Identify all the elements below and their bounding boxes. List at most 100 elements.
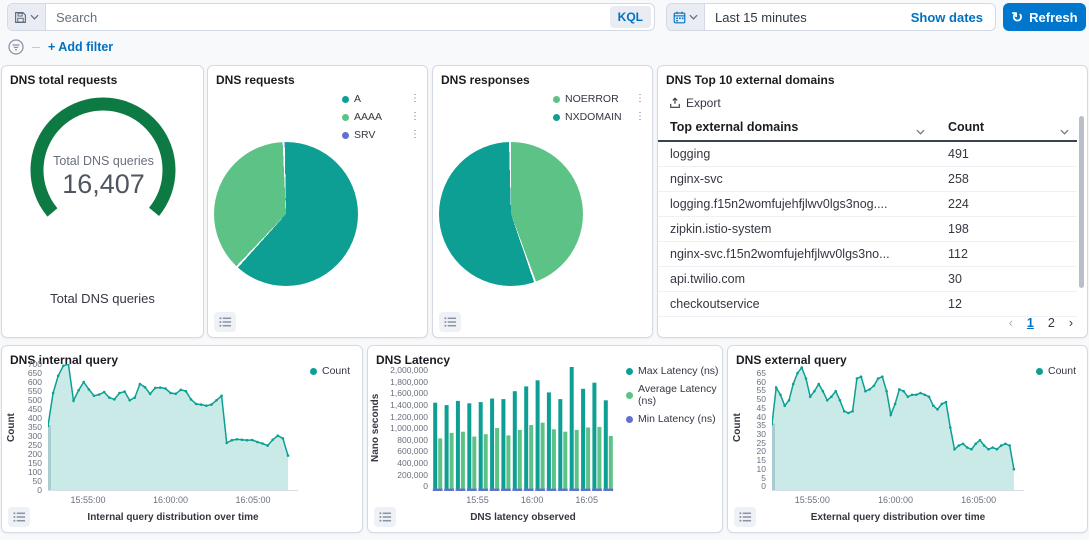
export-icon bbox=[669, 97, 681, 109]
sort-chevron-icon[interactable] bbox=[916, 124, 925, 138]
legend-item[interactable]: AAAA⋮ bbox=[342, 111, 420, 123]
y-tick: 1,200,000 bbox=[390, 413, 428, 422]
y-tick: 800,000 bbox=[397, 436, 428, 445]
panel-dns-total-requests: DNS total requests Total DNS queries 16,… bbox=[1, 65, 204, 338]
legend-label: NXDOMAIN bbox=[565, 111, 622, 123]
gauge-bottom-label: Total DNS queries bbox=[2, 291, 203, 306]
x-axis-title: DNS latency observed bbox=[418, 512, 628, 523]
table-scrollbar[interactable] bbox=[1079, 116, 1084, 288]
legend-options-icon[interactable]: ⋮ bbox=[635, 94, 645, 104]
legend-toggle-icon[interactable] bbox=[8, 507, 30, 527]
pagination-prev-icon[interactable]: ‹ bbox=[1009, 316, 1013, 330]
pagination: ‹ 12 › bbox=[1009, 316, 1073, 330]
legend-dot bbox=[553, 114, 560, 121]
y-tick: 1,000,000 bbox=[390, 424, 428, 433]
pagination-next-icon[interactable]: › bbox=[1069, 316, 1073, 330]
legend-item[interactable]: Max Latency (ns) bbox=[626, 365, 722, 377]
pie-chart[interactable] bbox=[214, 142, 358, 286]
panel-dns-internal-query: DNS internal query Count 700650600550500… bbox=[1, 345, 363, 533]
legend-options-icon[interactable]: ⋮ bbox=[410, 94, 420, 104]
legend-dot bbox=[626, 392, 633, 399]
legend-toggle-icon[interactable] bbox=[439, 312, 461, 332]
chart-legend: Max Latency (ns) Average Latency (ns) Min … bbox=[626, 365, 722, 425]
chart-legend: Count bbox=[310, 365, 350, 377]
legend-label: Average Latency (ns) bbox=[638, 383, 722, 407]
table-row[interactable]: logging 491 bbox=[658, 142, 1077, 167]
add-filter-link[interactable]: + Add filter bbox=[48, 40, 113, 54]
y-tick: 0 bbox=[761, 482, 766, 491]
sort-chevron-icon[interactable] bbox=[1060, 124, 1069, 138]
x-axis-ticks: 15:55:0016:00:0016:05:00 bbox=[48, 495, 298, 507]
legend-options-icon[interactable]: ⋮ bbox=[410, 112, 420, 122]
panel-title: DNS requests bbox=[216, 73, 295, 87]
table-row[interactable]: nginx-svc.f15n2womfujehfjlwv0lgs3no...11… bbox=[658, 242, 1077, 267]
x-tick: 15:55 bbox=[466, 495, 489, 505]
gauge-center: Total DNS queries 16,407 bbox=[2, 154, 205, 200]
count-cell: 491 bbox=[948, 147, 969, 161]
legend-dot bbox=[626, 368, 633, 375]
column-header-count[interactable]: Count bbox=[948, 120, 984, 134]
search-bar: KQL bbox=[7, 3, 655, 31]
pagination-page[interactable]: 2 bbox=[1048, 316, 1055, 330]
table-row[interactable]: api.twilio.com30 bbox=[658, 267, 1077, 292]
table-header: Top external domains Count bbox=[658, 116, 1077, 142]
date-quick-select-button[interactable] bbox=[667, 4, 705, 30]
legend-item[interactable]: NXDOMAIN ⋮ bbox=[553, 111, 645, 123]
filter-icon[interactable] bbox=[8, 39, 24, 55]
y-tick: 1,800,000 bbox=[390, 378, 428, 387]
search-input[interactable] bbox=[46, 10, 610, 25]
show-dates-link[interactable]: Show dates bbox=[911, 10, 995, 25]
legend-options-icon[interactable]: ⋮ bbox=[635, 112, 645, 122]
y-axis-ticks: 2,000,0001,800,0001,600,0001,400,0001,20… bbox=[378, 366, 428, 491]
y-tick: 200,000 bbox=[397, 471, 428, 480]
y-tick: 1,600,000 bbox=[390, 389, 428, 398]
top-bar: KQL Last 15 minutes Show dates ↻ Refresh bbox=[0, 0, 1089, 34]
legend-toggle-icon[interactable] bbox=[214, 312, 236, 332]
table-row[interactable]: logging.f15n2womfujehfjlwv0lgs3nog....22… bbox=[658, 192, 1077, 217]
panel-dns-external-query: DNS external query Count 656055504540353… bbox=[727, 345, 1088, 533]
chevron-down-icon bbox=[689, 14, 698, 20]
legend-item[interactable]: A⋮ bbox=[342, 93, 420, 105]
saved-query-menu-button[interactable] bbox=[8, 4, 46, 30]
legend-item[interactable]: Min Latency (ns) bbox=[626, 413, 722, 425]
legend-label: A bbox=[354, 93, 361, 105]
area-chart[interactable] bbox=[48, 364, 298, 491]
legend-item[interactable]: Count bbox=[310, 365, 350, 377]
legend-dot bbox=[553, 96, 560, 103]
date-picker: Last 15 minutes Show dates bbox=[666, 3, 996, 31]
area-chart[interactable] bbox=[772, 364, 1024, 491]
table-row[interactable]: nginx-svc258 bbox=[658, 167, 1077, 192]
panel-top-external-domains: DNS Top 10 external domains Export Top e… bbox=[657, 65, 1088, 338]
table-row[interactable]: zipkin.istio-system198 bbox=[658, 217, 1077, 242]
column-header-domains[interactable]: Top external domains bbox=[670, 120, 798, 134]
legend-dot bbox=[310, 368, 317, 375]
pagination-page[interactable]: 1 bbox=[1027, 316, 1034, 330]
export-button[interactable]: Export bbox=[669, 96, 721, 110]
domain-cell: logging bbox=[670, 147, 710, 161]
legend-item[interactable]: SRV⋮ bbox=[342, 129, 420, 141]
bar-chart[interactable] bbox=[432, 364, 614, 491]
legend-toggle-icon[interactable] bbox=[734, 507, 756, 527]
legend-dot bbox=[342, 96, 349, 103]
calendar-icon bbox=[673, 11, 686, 24]
pie-chart[interactable] bbox=[439, 142, 583, 286]
y-tick: 0 bbox=[423, 482, 428, 491]
legend-options-icon[interactable]: ⋮ bbox=[410, 130, 420, 140]
time-range-value[interactable]: Last 15 minutes bbox=[705, 10, 911, 25]
kql-language-button[interactable]: KQL bbox=[610, 6, 651, 28]
legend-item[interactable]: NOERROR ⋮ bbox=[553, 93, 645, 105]
legend-item[interactable]: Average Latency (ns) bbox=[626, 383, 722, 407]
legend-label: NOERROR bbox=[565, 93, 619, 105]
y-tick: 1,400,000 bbox=[390, 401, 428, 410]
gauge-value: 16,407 bbox=[2, 169, 205, 200]
count-cell: 112 bbox=[948, 247, 968, 261]
x-tick: 16:00:00 bbox=[878, 495, 913, 505]
table-row[interactable]: checkoutservice12 bbox=[658, 292, 1077, 317]
count-cell: 198 bbox=[948, 222, 969, 236]
legend-label: Count bbox=[322, 365, 350, 377]
y-axis-ticks: 7006506005505004504003503002502001501005… bbox=[16, 360, 42, 495]
legend-toggle-icon[interactable] bbox=[374, 507, 396, 527]
x-tick: 16:00:00 bbox=[153, 495, 188, 505]
refresh-button[interactable]: ↻ Refresh bbox=[1003, 3, 1086, 31]
legend-item[interactable]: Count bbox=[1036, 365, 1076, 377]
